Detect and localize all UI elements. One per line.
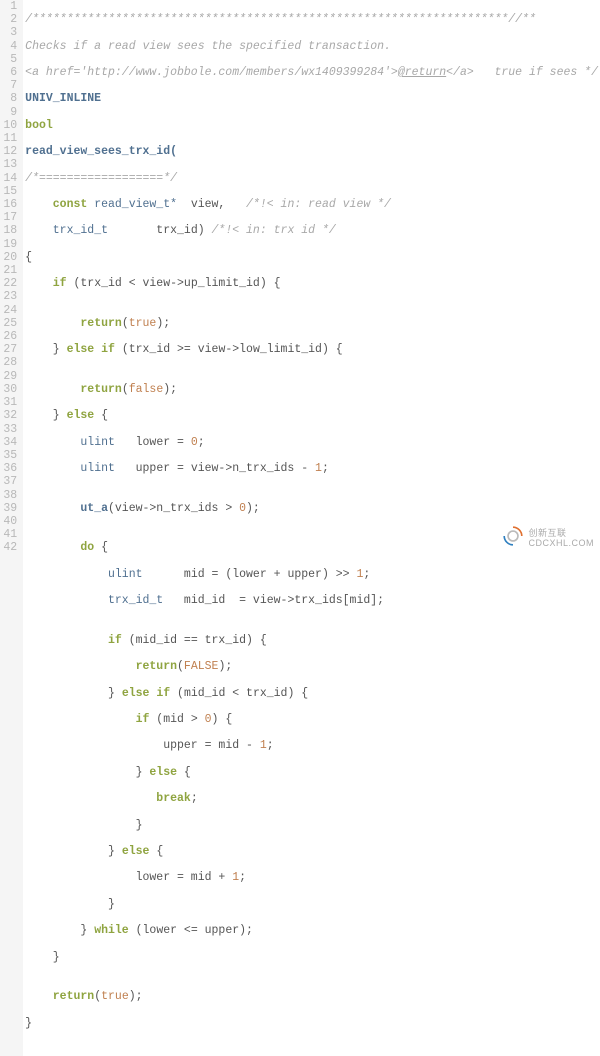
- line-number: 7: [2, 79, 17, 92]
- code-line: } else {: [25, 766, 598, 779]
- line-number: 23: [2, 290, 17, 303]
- code-line: return(true);: [25, 990, 598, 1003]
- line-number: 18: [2, 224, 17, 237]
- code-line: lower = mid + 1;: [25, 871, 598, 884]
- line-number: 30: [2, 383, 17, 396]
- line-number: 9: [2, 106, 17, 119]
- code-line: Checks if a read view sees the specified…: [25, 40, 598, 53]
- line-number: 13: [2, 158, 17, 171]
- code-line: if (trx_id < view->up_limit_id) {: [25, 277, 598, 290]
- watermark-line1: 创新互联: [528, 528, 594, 538]
- line-number: 2: [2, 13, 17, 26]
- line-number: 37: [2, 475, 17, 488]
- code-line: const read_view_t* view, /*!< in: read v…: [25, 198, 598, 211]
- line-number: 36: [2, 462, 17, 475]
- code-line: ulint upper = view->n_trx_ids - 1;: [25, 462, 598, 475]
- line-number: 10: [2, 119, 17, 132]
- code-line: ulint mid = (lower + upper) >> 1;: [25, 568, 598, 581]
- code-line: upper = mid - 1;: [25, 739, 598, 752]
- code-line: } while (lower <= upper);: [25, 924, 598, 937]
- line-number: 31: [2, 396, 17, 409]
- line-number: 19: [2, 238, 17, 251]
- line-number: 4: [2, 40, 17, 53]
- code-line: break;: [25, 792, 598, 805]
- line-number: 26: [2, 330, 17, 343]
- line-number: 14: [2, 172, 17, 185]
- code-line: return(FALSE);: [25, 660, 598, 673]
- line-number: 3: [2, 26, 17, 39]
- line-number: 25: [2, 317, 17, 330]
- code-line: {: [25, 251, 598, 264]
- code-line: } else {: [25, 409, 598, 422]
- line-number: 8: [2, 92, 17, 105]
- line-number: 5: [2, 53, 17, 66]
- code-line: } else if (trx_id >= view->low_limit_id)…: [25, 343, 598, 356]
- code-line: /*==================*/: [25, 172, 598, 185]
- code-line: UNIV_INLINE: [25, 92, 598, 105]
- line-number: 41: [2, 528, 17, 541]
- watermark-line2: CDCXHL.COM: [528, 538, 594, 548]
- code-line: }: [25, 819, 598, 832]
- code-line: bool: [25, 119, 598, 132]
- line-number: 12: [2, 145, 17, 158]
- line-number-gutter: 1 2 3 4 5 6 7 8 9 10 11 12 13 14 15 16 1…: [0, 0, 23, 1056]
- line-number: 6: [2, 66, 17, 79]
- line-number: 15: [2, 185, 17, 198]
- code-line: if (mid_id == trx_id) {: [25, 634, 598, 647]
- code-line: } else {: [25, 845, 598, 858]
- line-number: 24: [2, 304, 17, 317]
- line-number: 16: [2, 198, 17, 211]
- code-line: trx_id_t trx_id) /*!< in: trx id */: [25, 224, 598, 237]
- line-number: 39: [2, 502, 17, 515]
- line-number: 33: [2, 423, 17, 436]
- line-number: 21: [2, 264, 17, 277]
- line-number: 32: [2, 409, 17, 422]
- code-line: trx_id_t mid_id = view->trx_ids[mid];: [25, 594, 598, 607]
- code-line: }: [25, 951, 598, 964]
- code-line: /***************************************…: [25, 13, 598, 26]
- watermark-logo-icon: [502, 525, 524, 551]
- line-number: 28: [2, 356, 17, 369]
- code-line: <a href='http://www.jobbole.com/members/…: [25, 66, 598, 79]
- line-number: 22: [2, 277, 17, 290]
- line-number: 20: [2, 251, 17, 264]
- code-line: ut_a(view->n_trx_ids > 0);: [25, 502, 598, 515]
- code-line: }: [25, 1017, 598, 1030]
- line-number: 35: [2, 449, 17, 462]
- line-number: 38: [2, 489, 17, 502]
- line-number: 17: [2, 211, 17, 224]
- code-line: } else if (mid_id < trx_id) {: [25, 687, 598, 700]
- line-number: 1: [2, 0, 17, 13]
- code-line: }: [25, 898, 598, 911]
- line-number: 40: [2, 515, 17, 528]
- line-number: 11: [2, 132, 17, 145]
- code-line: return(true);: [25, 317, 598, 330]
- code-line: read_view_sees_trx_id(: [25, 145, 598, 158]
- code-line: if (mid > 0) {: [25, 713, 598, 726]
- line-number: 29: [2, 370, 17, 383]
- code-line: return(false);: [25, 383, 598, 396]
- line-number: 34: [2, 436, 17, 449]
- line-number: 42: [2, 541, 17, 554]
- watermark: 创新互联 CDCXHL.COM: [502, 525, 594, 551]
- line-number: 27: [2, 343, 17, 356]
- code-line: ulint lower = 0;: [25, 436, 598, 449]
